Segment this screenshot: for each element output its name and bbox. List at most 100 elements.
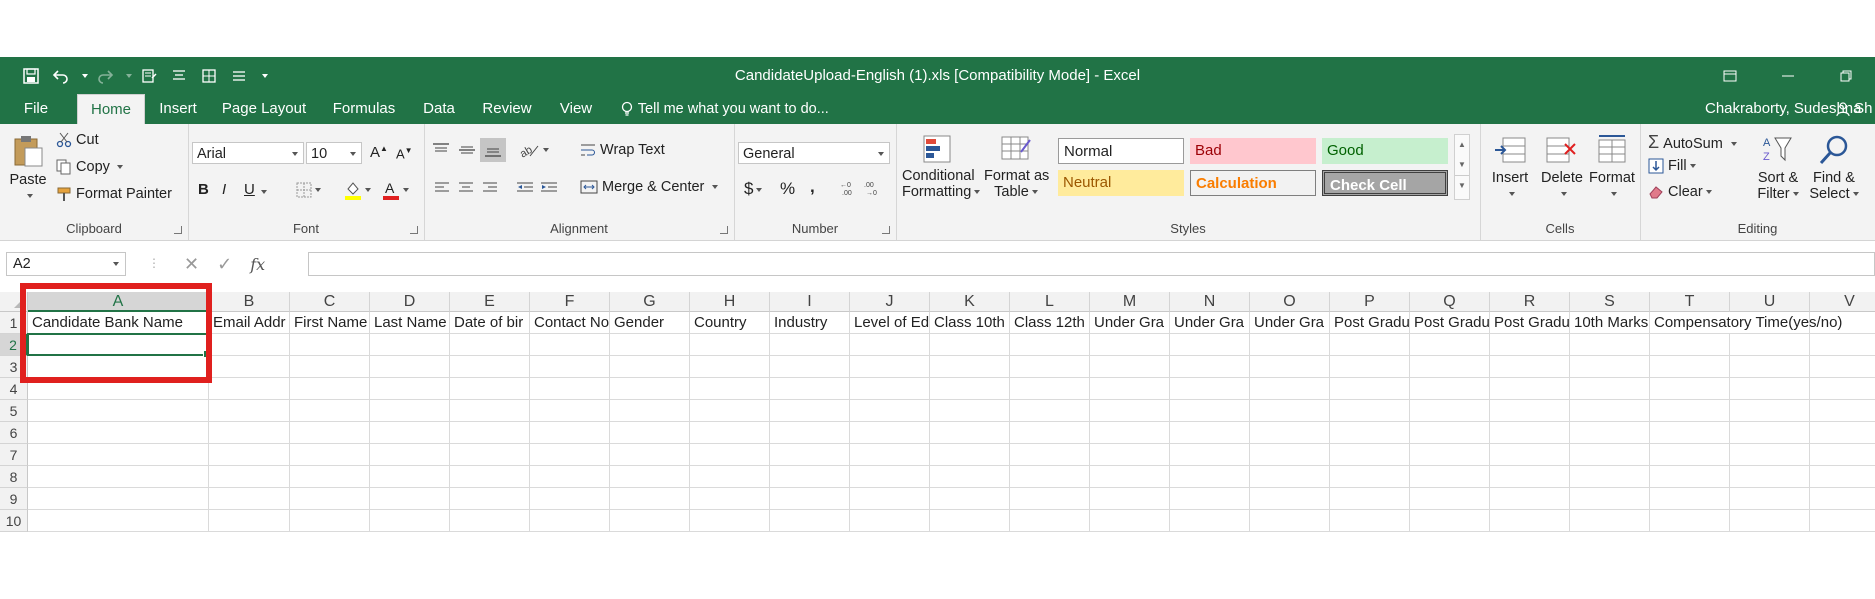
tab-formulas[interactable]: Formulas (326, 94, 402, 124)
increase-decimal-button[interactable]: ←0.00 (840, 180, 858, 196)
cell-s10[interactable] (1570, 510, 1650, 532)
tab-home[interactable]: Home (77, 94, 145, 125)
tab-page-layout[interactable]: Page Layout (218, 94, 310, 124)
underline-button[interactable]: U (244, 181, 255, 198)
cell-m1[interactable]: Under Gra (1090, 312, 1170, 334)
cell-h5[interactable] (690, 400, 770, 422)
column-header-g[interactable]: G (610, 292, 690, 312)
cell-u4[interactable] (1730, 378, 1810, 400)
column-header-t[interactable]: T (1650, 292, 1730, 312)
cell-k4[interactable] (930, 378, 1010, 400)
cell-g10[interactable] (610, 510, 690, 532)
cell-n9[interactable] (1170, 488, 1250, 510)
cell-o3[interactable] (1250, 356, 1330, 378)
column-header-r[interactable]: R (1490, 292, 1570, 312)
number-launcher-icon[interactable] (882, 226, 890, 234)
cell-e9[interactable] (450, 488, 530, 510)
cell-h1[interactable]: Country (690, 312, 770, 334)
cell-u2[interactable] (1730, 334, 1810, 356)
cell-o9[interactable] (1250, 488, 1330, 510)
cell-c3[interactable] (290, 356, 370, 378)
cell-u8[interactable] (1730, 466, 1810, 488)
cell-j2[interactable] (850, 334, 930, 356)
cell-f1[interactable]: Contact No (530, 312, 610, 334)
cell-r5[interactable] (1490, 400, 1570, 422)
column-header-e[interactable]: E (450, 292, 530, 312)
cell-p8[interactable] (1330, 466, 1410, 488)
cell-t8[interactable] (1650, 466, 1730, 488)
cell-l7[interactable] (1010, 444, 1090, 466)
tab-view[interactable]: View (550, 94, 602, 124)
cell-i3[interactable] (770, 356, 850, 378)
scroll-down-icon[interactable]: ▼ (1455, 155, 1469, 175)
cell-m4[interactable] (1090, 378, 1170, 400)
paste-dropdown-icon[interactable] (26, 194, 33, 199)
cell-l9[interactable] (1010, 488, 1090, 510)
cell-i9[interactable] (770, 488, 850, 510)
cell-c1[interactable]: First Name (290, 312, 370, 334)
underline-dropdown-icon[interactable] (258, 184, 267, 200)
cell-l4[interactable] (1010, 378, 1090, 400)
cell-r9[interactable] (1490, 488, 1570, 510)
cell-i5[interactable] (770, 400, 850, 422)
cell-l10[interactable] (1010, 510, 1090, 532)
cell-b8[interactable] (209, 466, 290, 488)
currency-button[interactable]: $ (744, 179, 763, 199)
cell-g1[interactable]: Gender (610, 312, 690, 334)
cell-q1[interactable]: Post Gradu (1410, 312, 1490, 334)
cell-j1[interactable]: Level of Ed (850, 312, 930, 334)
cell-c8[interactable] (290, 466, 370, 488)
find-select-button[interactable]: Find & Select (1808, 134, 1860, 202)
cell-e10[interactable] (450, 510, 530, 532)
cell-t2[interactable] (1650, 334, 1730, 356)
cell-k8[interactable] (930, 466, 1010, 488)
cell-m8[interactable] (1090, 466, 1170, 488)
cell-e7[interactable] (450, 444, 530, 466)
top-align-button[interactable] (432, 142, 450, 158)
fill-color-button[interactable] (344, 180, 371, 200)
copy-dropdown-icon[interactable] (116, 165, 123, 170)
cell-a6[interactable] (28, 422, 209, 444)
cell-p10[interactable] (1330, 510, 1410, 532)
cell-v10[interactable] (1810, 510, 1875, 532)
cell-t6[interactable] (1650, 422, 1730, 444)
clear-button[interactable]: Clear (1648, 184, 1712, 200)
cell-c2[interactable] (290, 334, 370, 356)
cell-m3[interactable] (1090, 356, 1170, 378)
cell-q10[interactable] (1410, 510, 1490, 532)
cell-r8[interactable] (1490, 466, 1570, 488)
cell-d7[interactable] (370, 444, 450, 466)
cell-c5[interactable] (290, 400, 370, 422)
format-cells-button[interactable]: Format (1588, 134, 1636, 202)
cell-a10[interactable] (28, 510, 209, 532)
percent-button[interactable]: % (780, 179, 795, 199)
bottom-align-button[interactable] (480, 138, 506, 162)
cell-p4[interactable] (1330, 378, 1410, 400)
cancel-entry-icon[interactable]: ✕ (184, 254, 199, 275)
cell-p1[interactable]: Post Gradu (1330, 312, 1410, 334)
increase-indent-button[interactable] (540, 180, 558, 196)
row-header-6[interactable]: 6 (0, 422, 28, 444)
cell-o8[interactable] (1250, 466, 1330, 488)
cell-c9[interactable] (290, 488, 370, 510)
row-header-9[interactable]: 9 (0, 488, 28, 510)
cell-o7[interactable] (1250, 444, 1330, 466)
cell-q8[interactable] (1410, 466, 1490, 488)
style-bad[interactable]: Bad (1190, 138, 1316, 164)
cell-m7[interactable] (1090, 444, 1170, 466)
column-header-u[interactable]: U (1730, 292, 1810, 312)
cell-i8[interactable] (770, 466, 850, 488)
cell-k9[interactable] (930, 488, 1010, 510)
row-header-5[interactable]: 5 (0, 400, 28, 422)
cell-d8[interactable] (370, 466, 450, 488)
cell-h7[interactable] (690, 444, 770, 466)
borders-button[interactable] (296, 182, 321, 198)
tab-insert[interactable]: Insert (152, 94, 204, 124)
style-check-cell[interactable]: Check Cell (1322, 170, 1448, 196)
cell-j6[interactable] (850, 422, 930, 444)
cell-k5[interactable] (930, 400, 1010, 422)
styles-gallery-scroll[interactable]: ▲ ▼ ▼ (1454, 134, 1470, 200)
cell-t10[interactable] (1650, 510, 1730, 532)
bold-button[interactable]: B (198, 181, 209, 198)
column-header-h[interactable]: H (690, 292, 770, 312)
